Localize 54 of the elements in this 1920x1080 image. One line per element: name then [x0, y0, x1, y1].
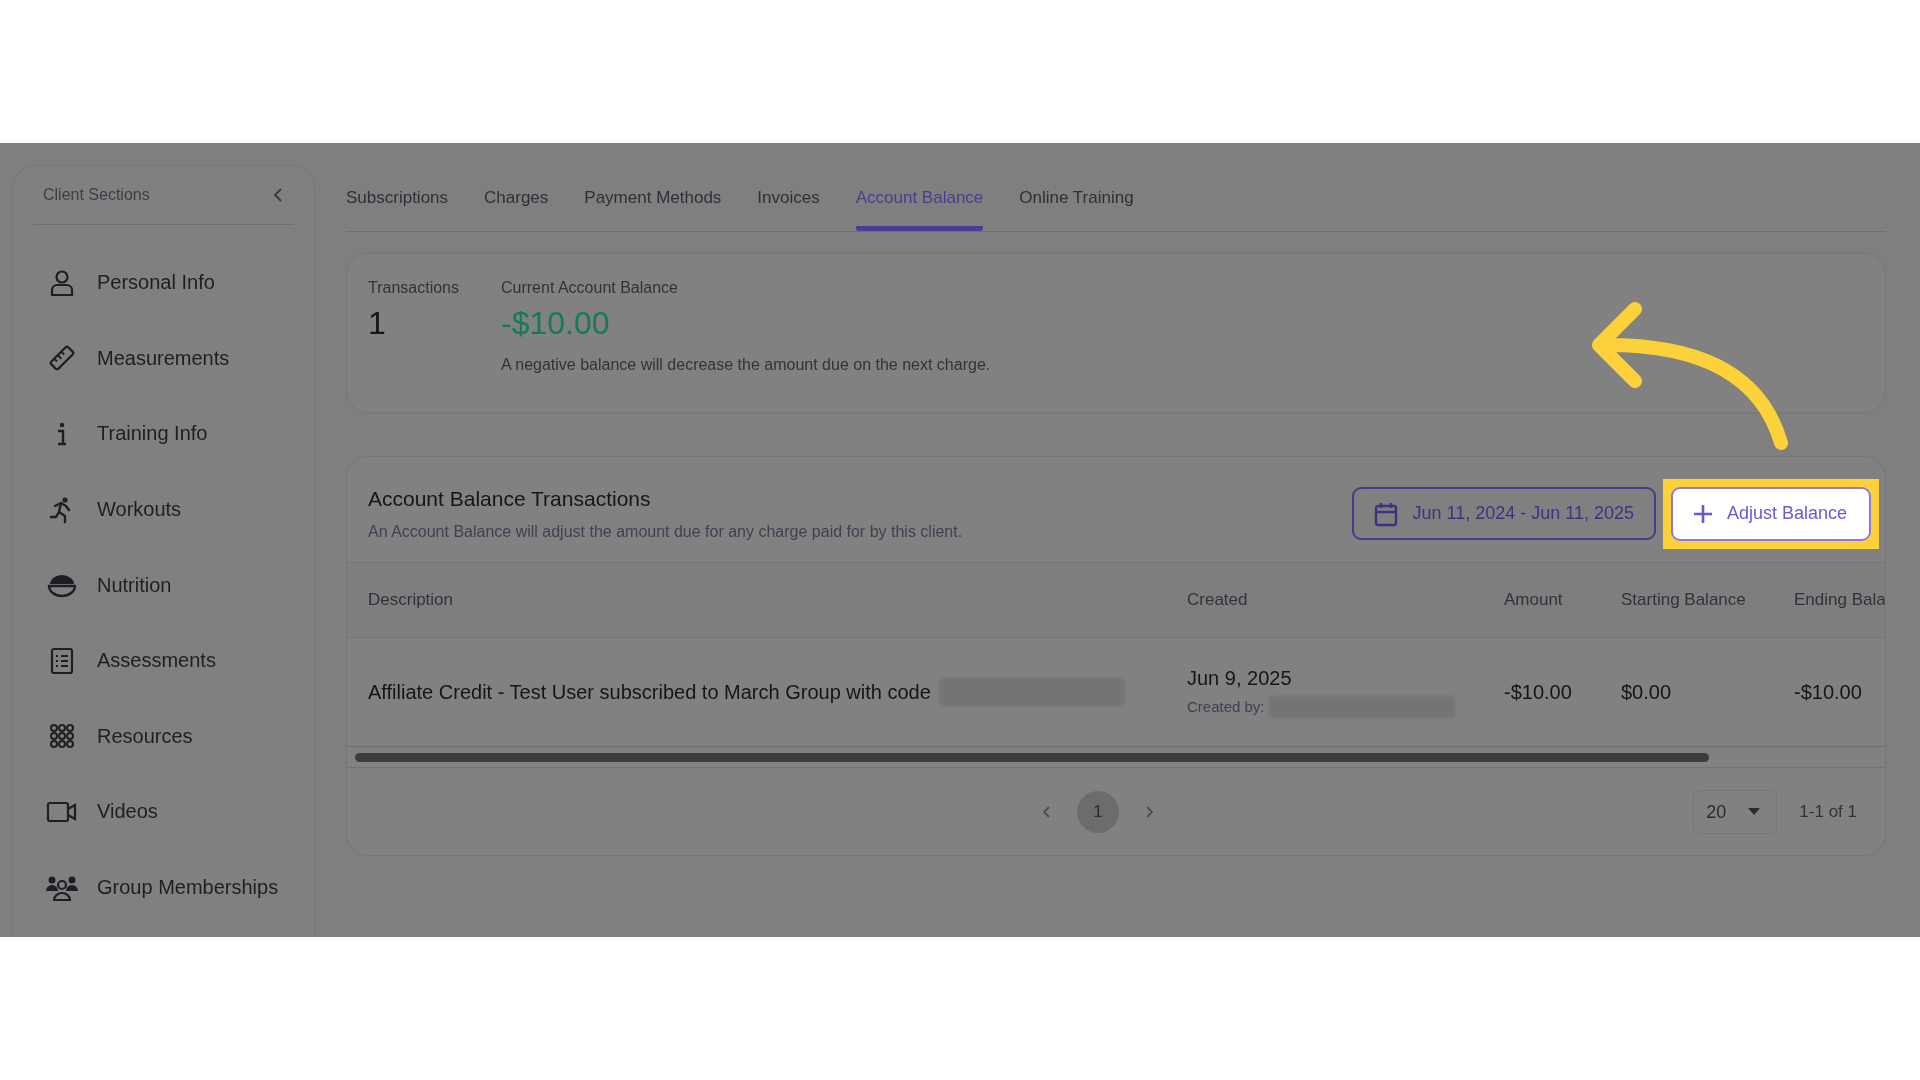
column-header: Amount — [1504, 590, 1564, 610]
section-subtitle: An Account Balance will adjust the amount due for any charge paid for by this client. — [368, 522, 963, 541]
sidebar-item[interactable]: Group Memberships — [45, 849, 294, 926]
sidebar-item[interactable]: Measurements — [45, 320, 294, 397]
column-header: Created — [1187, 590, 1249, 610]
calendar-icon — [1374, 500, 1399, 527]
sidebar-item[interactable]: Personal Info — [45, 245, 294, 321]
tab[interactable]: Payment Methods — [584, 165, 722, 231]
balance-amount: -$10.00 — [501, 305, 610, 342]
sidebar-item[interactable]: Workouts — [45, 471, 294, 548]
bowl-icon — [47, 572, 77, 599]
created-by-label: Created by: — [1187, 698, 1265, 715]
person-icon — [49, 268, 75, 297]
plus-icon — [1693, 503, 1713, 524]
date-range-button[interactable]: Jun 11, 2024 - Jun 11, 2025 — [1352, 487, 1656, 540]
sidebar-item[interactable]: Assessments — [45, 622, 294, 699]
grid-icon — [49, 723, 75, 750]
horizontal-scrollbar[interactable] — [355, 752, 1709, 762]
table-cell-text: $0.00 — [1621, 680, 1673, 704]
page-size-select[interactable]: 20 — [1693, 790, 1778, 834]
tab[interactable]: Online Training — [1019, 165, 1134, 231]
adjust-balance-button[interactable]: Adjust Balance — [1671, 486, 1871, 541]
tab[interactable]: Invoices — [757, 165, 820, 231]
group-icon — [45, 874, 79, 901]
table-cell-text: Jun 9, 2025 — [1187, 666, 1293, 690]
dropdown-caret-icon — [1748, 808, 1761, 816]
sidebar-item[interactable]: Training Info — [45, 396, 294, 472]
collapse-icon[interactable] — [272, 187, 284, 203]
stat-label: Current Account Balance — [501, 279, 678, 297]
table-cell-text: -$10.00 — [1794, 680, 1863, 704]
video-camera-icon — [46, 800, 78, 823]
column-header: Ending Bala — [1794, 590, 1885, 610]
tab[interactable]: Account Balance — [855, 165, 984, 231]
sidebar-item[interactable]: Nutrition — [45, 547, 294, 623]
sidebar-item[interactable]: Videos — [45, 774, 294, 850]
ruler-icon — [48, 344, 76, 373]
tab[interactable]: Charges — [484, 165, 549, 231]
checklist-icon — [50, 646, 74, 675]
next-page-icon[interactable] — [1143, 804, 1155, 820]
column-header: Description — [368, 590, 455, 610]
table-cell: Affiliate Credit - Test User subscribed to March Group with code — [368, 680, 931, 704]
page-range: 1-1 of 1 — [1799, 802, 1857, 822]
page-number[interactable]: 1 — [1077, 791, 1119, 833]
section-title: Account Balance Transactions — [368, 486, 651, 511]
tab[interactable]: Subscriptions — [346, 165, 449, 231]
previous-page-icon[interactable] — [1041, 804, 1053, 820]
sidebar-title: Client Sections — [43, 186, 150, 204]
sidebar-item[interactable]: Resources — [45, 698, 294, 775]
table-cell-text: -$10.00 — [1504, 680, 1573, 704]
transaction-count: 1 — [368, 305, 386, 342]
column-header: Starting Balance — [1621, 590, 1747, 610]
balance-note: A negative balance will decrease the amount due on the next charge. — [501, 356, 991, 374]
info-icon — [55, 420, 69, 448]
stat-label: Transactions — [368, 279, 459, 297]
